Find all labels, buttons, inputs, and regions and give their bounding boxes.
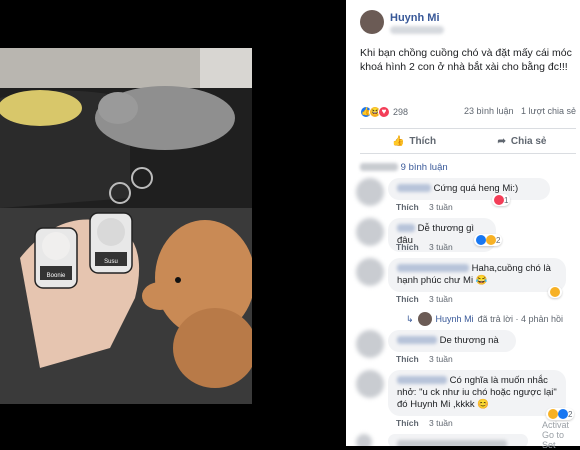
commenter-avatar[interactable] bbox=[356, 434, 372, 446]
comment-bubble: De thương nà bbox=[388, 330, 516, 352]
post-header: Huynh Mi bbox=[346, 0, 580, 40]
reaction-count: 298 bbox=[393, 107, 409, 117]
view-replies-link[interactable]: ↳ Huynh Mi đã trả lời · 4 phản hồi bbox=[406, 312, 563, 326]
commenter-name[interactable] bbox=[397, 224, 415, 233]
share-button[interactable]: ➦ Chia sẻ bbox=[468, 129, 576, 153]
comment-time[interactable]: 3 tuần bbox=[429, 354, 453, 364]
comment-time[interactable]: 3 tuần bbox=[429, 242, 453, 252]
commenter-avatar[interactable] bbox=[356, 218, 384, 246]
like-reaction-icon bbox=[558, 409, 568, 419]
post-caption: Khi bạn chồng cuồng chó và đặt mấy cái m… bbox=[360, 47, 572, 73]
photo-viewer[interactable]: Boonie Susu bbox=[0, 0, 346, 446]
like-button-label: Thích bbox=[409, 135, 437, 147]
comment-time[interactable]: 3 tuần bbox=[429, 418, 453, 428]
post-photo: Boonie Susu bbox=[0, 48, 252, 404]
haha-reaction-icon bbox=[486, 235, 496, 245]
reply-summary: đã trả lời · 4 phản hồi bbox=[477, 314, 564, 324]
comment-reactions[interactable]: 1 bbox=[492, 194, 511, 206]
commenter-avatar[interactable] bbox=[356, 258, 384, 286]
comment-time[interactable]: 3 tuần bbox=[429, 202, 453, 212]
comment-bubble bbox=[388, 434, 528, 446]
comment-text: Cứng quá heng Mi:) bbox=[433, 183, 519, 194]
author-avatar[interactable] bbox=[360, 10, 384, 34]
haha-reaction-icon bbox=[550, 287, 560, 297]
post-actions: 👍 Thích ➦ Chia sẻ bbox=[360, 128, 576, 154]
comment-meta: Thích 3 tuần bbox=[396, 202, 453, 212]
love-reaction-icon bbox=[494, 195, 504, 205]
share-count[interactable]: 1 lượt chia sẻ bbox=[521, 106, 576, 116]
comment-count[interactable]: 23 bình luận bbox=[464, 106, 514, 116]
watermark-line1: Activat bbox=[542, 420, 570, 430]
commenter-name[interactable] bbox=[397, 184, 431, 193]
keychain-tag-right: Susu bbox=[104, 259, 118, 265]
commenter-name[interactable] bbox=[397, 264, 469, 273]
comment-meta: Thích 3 tuần bbox=[396, 294, 453, 304]
comment-text: De thương nà bbox=[439, 335, 499, 346]
comment-bubble: Cứng quá heng Mi:) bbox=[388, 178, 550, 200]
post-sidebar: Huynh Mi Khi bạn chồng cuồng chó và đặt … bbox=[346, 0, 580, 446]
comment-reaction-count: 2 bbox=[568, 409, 573, 419]
comment-reaction-count: 1 bbox=[504, 195, 509, 205]
commenter-avatar[interactable] bbox=[356, 370, 384, 398]
hidden-text bbox=[397, 440, 507, 446]
comment-like-link[interactable]: Thích bbox=[396, 242, 419, 252]
previous-comments-label: 9 bình luận bbox=[400, 162, 448, 173]
haha-reaction-icon bbox=[548, 409, 558, 419]
share-button-label: Chia sẻ bbox=[510, 135, 547, 147]
commenter-name[interactable] bbox=[397, 336, 437, 345]
commenter-avatar[interactable] bbox=[356, 178, 384, 206]
thumbs-up-icon: 👍 bbox=[391, 135, 405, 147]
comment-reactions[interactable]: 2 bbox=[474, 234, 503, 246]
comment-bubble: Có nghĩa là muốn nhắc nhở: "u ck như iu … bbox=[388, 370, 566, 416]
like-button[interactable]: 👍 Thích bbox=[360, 129, 468, 153]
comment-reactions[interactable]: 2 bbox=[546, 408, 575, 420]
comment-bubble: Haha,cuồng chó là hạnh phúc chư Mi 😂 bbox=[388, 258, 566, 292]
comment-like-link[interactable]: Thích bbox=[396, 202, 419, 212]
author-name[interactable]: Huynh Mi bbox=[390, 12, 440, 24]
comment-time[interactable]: 3 tuần bbox=[429, 294, 453, 304]
comment-meta: Thích 3 tuần bbox=[396, 354, 453, 364]
keychain-tag-left: Boonie bbox=[47, 273, 66, 279]
hidden-text bbox=[360, 163, 398, 172]
comment-meta: Thích 3 tuần bbox=[396, 242, 453, 252]
comment-like-link[interactable]: Thích bbox=[396, 418, 419, 428]
comment-reaction-count: 2 bbox=[496, 235, 501, 245]
share-arrow-icon: ➦ bbox=[497, 135, 506, 147]
post-stats: 👍 😆 ♥ 298 23 bình luận 1 lượt chia sẻ bbox=[360, 106, 576, 120]
reaction-summary[interactable]: 👍 😆 ♥ 298 bbox=[360, 106, 408, 118]
reply-author-avatar bbox=[417, 312, 432, 326]
comment-reactions[interactable] bbox=[548, 286, 562, 298]
stats-right: 23 bình luận 1 lượt chia sẻ bbox=[464, 106, 576, 116]
reply-arrow-icon: ↳ bbox=[406, 313, 414, 324]
commenter-avatar[interactable] bbox=[356, 330, 384, 358]
comment-like-link[interactable]: Thích bbox=[396, 294, 419, 304]
view-previous-comments[interactable]: 9 bình luận bbox=[360, 162, 448, 173]
comment-meta: Thích 3 tuần bbox=[396, 418, 453, 428]
comment-like-link[interactable]: Thích bbox=[396, 354, 419, 364]
post-timestamp[interactable] bbox=[390, 26, 444, 34]
love-reaction-icon: ♥ bbox=[378, 106, 390, 118]
like-reaction-icon bbox=[476, 235, 486, 245]
commenter-name[interactable] bbox=[397, 376, 447, 385]
reply-author: Huynh Mi bbox=[435, 314, 474, 324]
watermark-line2: Go to Set bbox=[542, 430, 565, 450]
